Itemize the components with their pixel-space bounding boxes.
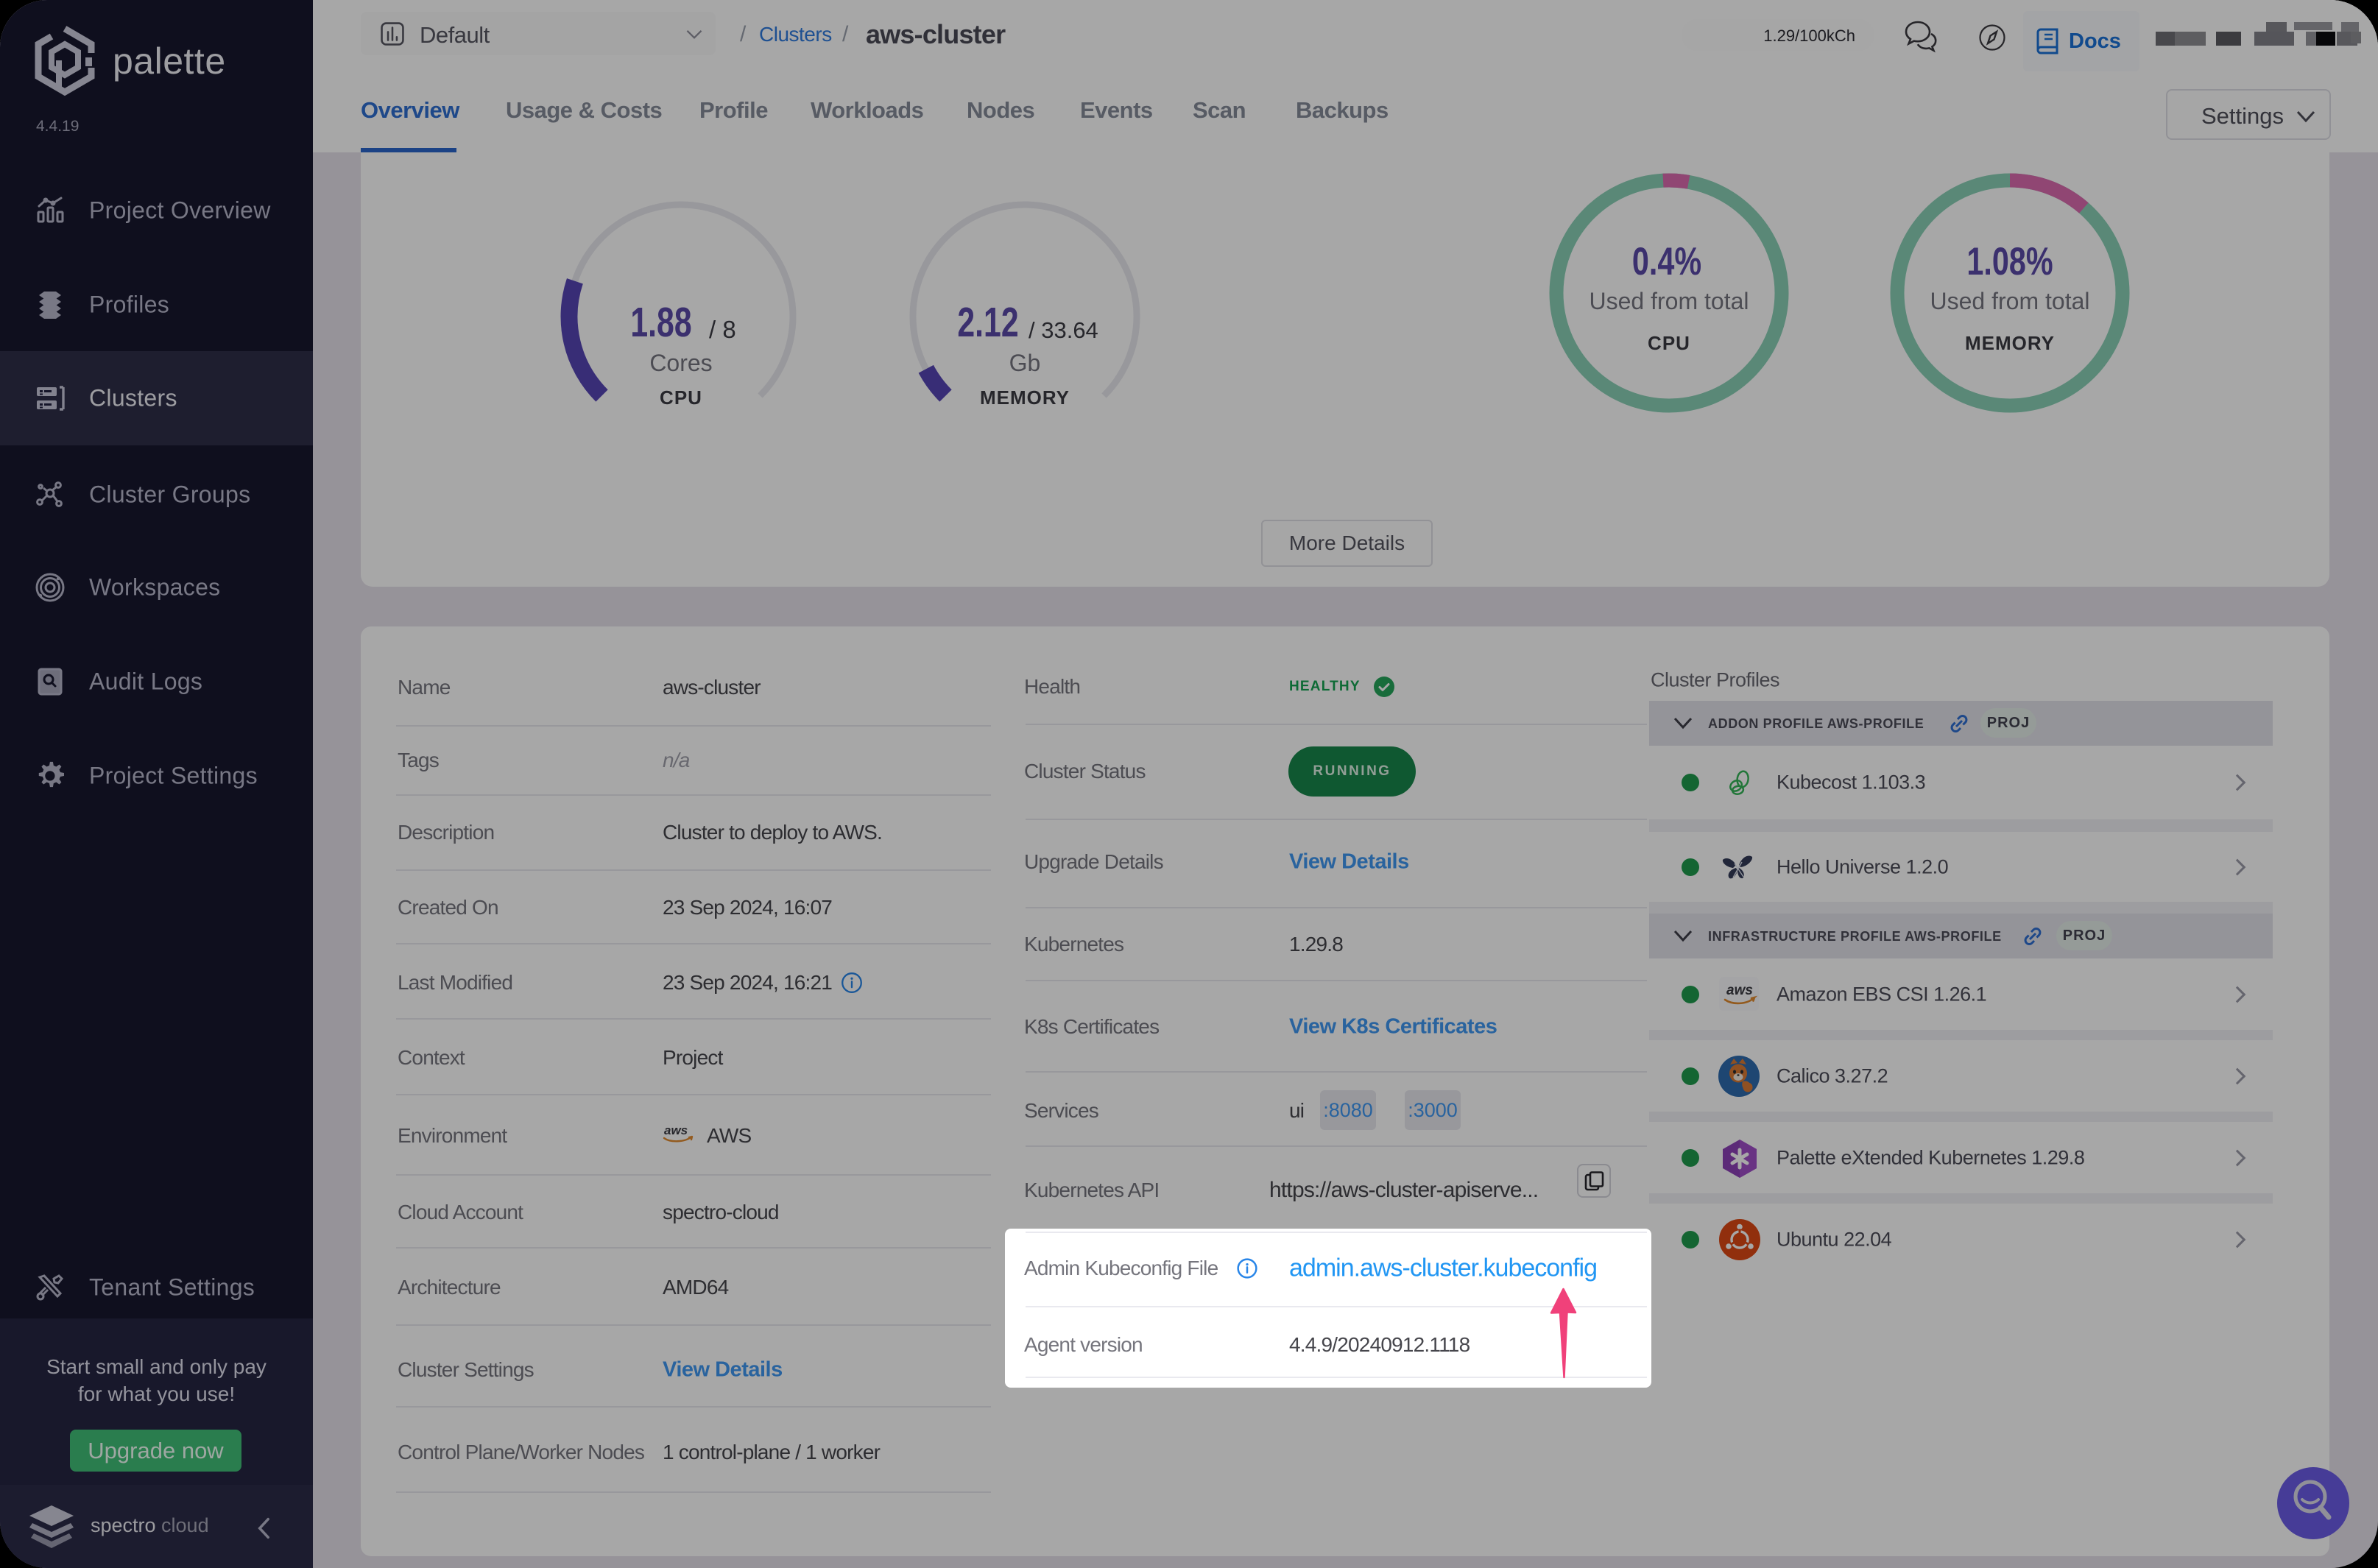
svg-text:aws: aws — [1726, 983, 1753, 998]
svg-text:aws: aws — [664, 1123, 688, 1137]
